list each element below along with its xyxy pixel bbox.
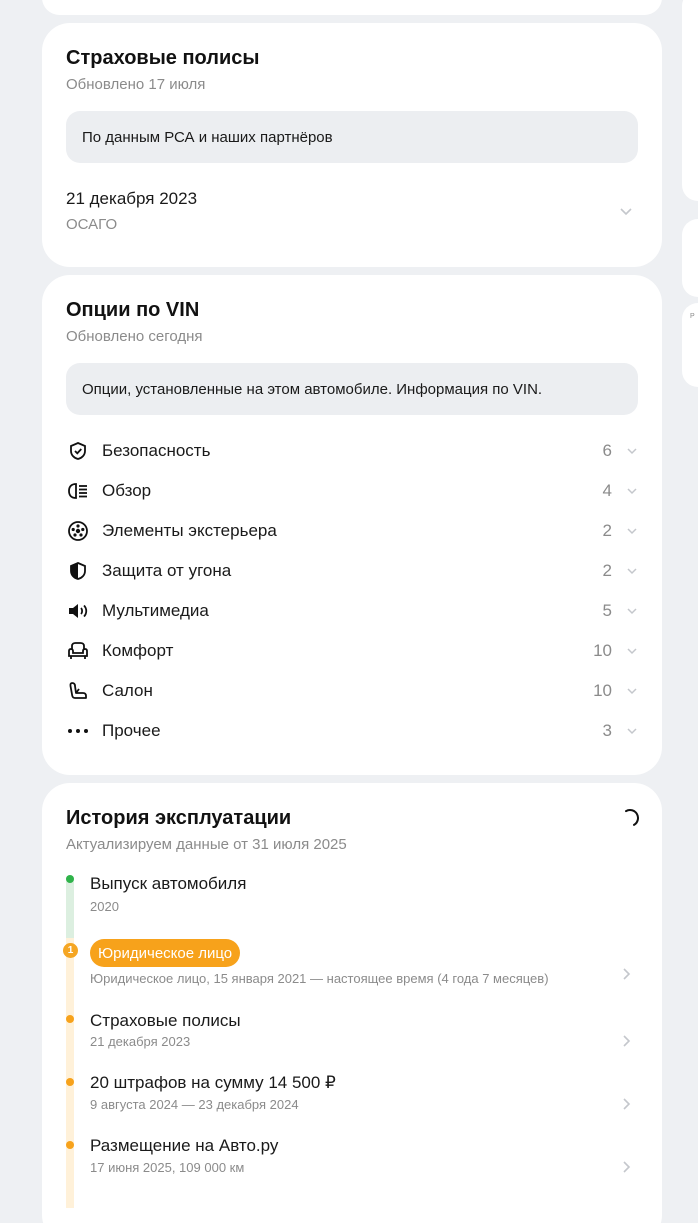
timeline-line	[66, 938, 74, 1208]
option-label: Мультимедиа	[102, 601, 209, 620]
chevron-down-icon	[626, 525, 638, 537]
car-seat-icon	[66, 679, 90, 703]
option-count: 3	[602, 721, 612, 740]
chevron-right-icon[interactable]	[620, 967, 632, 981]
option-count: 4	[602, 481, 612, 500]
timeline-dot	[66, 875, 74, 883]
timeline-badge: 1	[63, 943, 78, 958]
option-row-view[interactable]: Обзор 4	[66, 471, 638, 511]
chevron-down-icon	[626, 565, 638, 577]
option-row-comfort[interactable]: Комфорт 10	[66, 631, 638, 671]
options-card: Опции по VIN Обновлено сегодня Опции, ус…	[42, 275, 662, 775]
timeline-dot	[66, 1141, 74, 1149]
option-row-other[interactable]: Прочее 3	[66, 711, 638, 751]
insurance-card: Страховые полисы Обновлено 17 июля По да…	[42, 23, 662, 267]
chevron-right-icon[interactable]	[620, 1160, 632, 1174]
side-card: P	[682, 303, 698, 387]
shield-half-icon	[66, 559, 90, 583]
policy-date: 21 декабря 2023	[66, 189, 198, 208]
event-subtitle: 21 декабря 2023	[90, 1034, 191, 1049]
policy-type: ОСАГО	[66, 216, 118, 233]
option-label: Салон	[102, 681, 153, 700]
more-dots-icon	[66, 719, 90, 743]
event-title: 20 штрафов на сумму 14 500 ₽	[90, 1073, 336, 1092]
option-row-exterior[interactable]: Элементы экстерьера 2	[66, 511, 638, 551]
option-label: Элементы экстерьера	[102, 521, 277, 540]
event-subtitle: 17 июня 2025, 109 000 км	[90, 1160, 245, 1175]
chevron-down-icon[interactable]	[619, 204, 633, 218]
history-title: История эксплуатации	[66, 807, 292, 829]
history-card: История эксплуатации Актуализируем данны…	[42, 783, 662, 1223]
option-row-antitheft[interactable]: Защита от угона 2	[66, 551, 638, 591]
options-note: Опции, установленные на этом автомобиле.…	[66, 363, 638, 415]
event-subtitle: Юридическое лицо, 15 января 2021 — насто…	[90, 971, 549, 986]
history-updating: Актуализируем данные от 31 июля 2025	[66, 836, 347, 853]
speaker-icon	[66, 599, 90, 623]
option-count: 2	[602, 561, 612, 580]
chevron-down-icon	[626, 485, 638, 497]
armchair-icon	[66, 639, 90, 663]
loading-spinner-icon	[620, 808, 640, 828]
chevron-down-icon	[626, 605, 638, 617]
shield-check-icon	[66, 439, 90, 463]
chevron-down-icon	[626, 645, 638, 657]
insurance-title: Страховые полисы	[66, 47, 260, 69]
event-title: Страховые полисы	[90, 1011, 241, 1030]
side-card	[682, 0, 698, 201]
option-count: 2	[602, 521, 612, 540]
side-card-label: P	[690, 313, 695, 320]
option-label: Безопасность	[102, 441, 211, 460]
chevron-down-icon	[626, 445, 638, 457]
option-label: Комфорт	[102, 641, 174, 660]
option-count: 5	[602, 601, 612, 620]
options-title: Опции по VIN	[66, 299, 200, 321]
event-title: Выпуск автомобиля	[90, 874, 247, 893]
option-row-multimedia[interactable]: Мультимедиа 5	[66, 591, 638, 631]
event-subtitle: 2020	[90, 899, 119, 914]
timeline-line	[66, 878, 74, 938]
option-count: 10	[593, 681, 612, 700]
chevron-down-icon	[626, 725, 638, 737]
chevron-down-icon	[626, 685, 638, 697]
options-updated: Обновлено сегодня	[66, 328, 203, 345]
option-label: Обзор	[102, 481, 152, 500]
chevron-right-icon[interactable]	[620, 1034, 632, 1048]
option-count: 6	[602, 441, 612, 460]
option-label: Защита от угона	[102, 561, 232, 580]
timeline-dot	[66, 1015, 74, 1023]
event-title: Размещение на Авто.ру	[90, 1136, 279, 1155]
legal-entity-pill: Юридическое лицо	[90, 939, 241, 967]
insurance-note: По данным РСА и наших партнёров	[66, 111, 638, 163]
option-row-interior[interactable]: Салон 10	[66, 671, 638, 711]
option-row-safety[interactable]: Безопасность 6	[66, 431, 638, 471]
chevron-right-icon[interactable]	[620, 1097, 632, 1111]
headlight-icon	[66, 479, 90, 503]
side-card	[682, 219, 698, 297]
option-label: Прочее	[102, 721, 161, 740]
timeline-dot	[66, 1078, 74, 1086]
option-count: 10	[593, 641, 612, 660]
wheel-icon	[66, 519, 90, 543]
insurance-updated: Обновлено 17 июля	[66, 76, 206, 93]
previous-card	[42, 0, 662, 15]
event-subtitle: 9 августа 2024 — 23 декабря 2024	[90, 1097, 299, 1112]
